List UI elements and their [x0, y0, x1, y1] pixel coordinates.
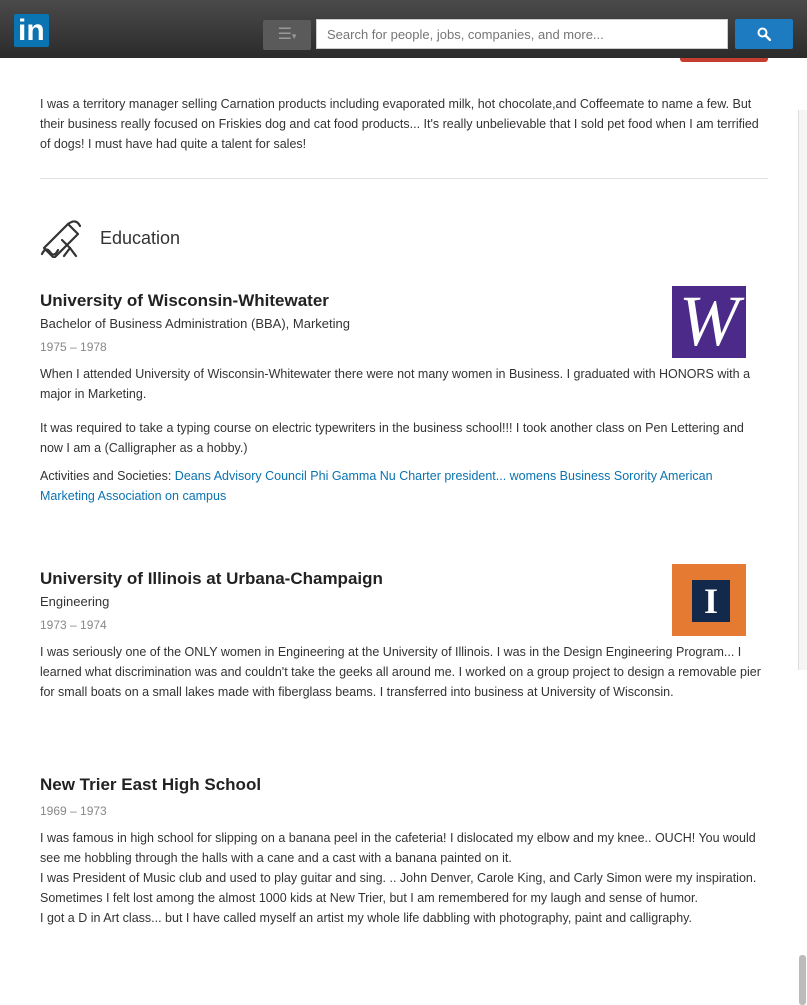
list-icon: ☰ [277, 26, 292, 43]
school-dates: 1973 – 1974 [40, 618, 107, 632]
school-name[interactable]: University of Illinois at Urbana-Champai… [40, 568, 770, 590]
search-icon [757, 27, 772, 42]
education-item-uiuc: University of Illinois at Urbana-Champai… [40, 568, 770, 702]
school-description-line: I got a D in Art class... but I have cal… [40, 911, 692, 925]
search-button[interactable] [735, 19, 793, 49]
search-input[interactable] [316, 19, 728, 49]
school-description: I was seriously one of the ONLY women in… [40, 645, 761, 699]
logo-text: in [14, 14, 49, 47]
chevron-down-icon: ▾ [291, 31, 297, 41]
school-description-2: It was required to take a typing course … [40, 421, 744, 455]
education-heading-text: Education [100, 227, 181, 248]
school-description-line: Sometimes I felt lost among the almost 1… [40, 891, 698, 905]
school-degree: Bachelor of Business Administration (BBA… [40, 316, 350, 331]
diploma-icon [40, 220, 82, 258]
school-degree: Engineering [40, 594, 110, 609]
uiuc-logo-letter: I [703, 581, 718, 621]
experience-description: I was a territory manager selling Carnat… [40, 97, 759, 151]
education-item-new-trier: New Trier East High School 1969 – 1973 I… [40, 774, 770, 928]
uww-logo[interactable]: W [672, 286, 746, 358]
education-heading: Education [40, 218, 180, 258]
school-name[interactable]: New Trier East High School [40, 774, 770, 796]
scrollbar-track[interactable] [798, 110, 807, 670]
school-name[interactable]: University of Wisconsin-Whitewater [40, 290, 770, 312]
section-divider [40, 178, 768, 179]
school-dates: 1975 – 1978 [40, 340, 107, 354]
uiuc-logo[interactable]: I [672, 564, 746, 636]
school-description-line: I was President of Music club and used t… [40, 871, 757, 885]
top-nav-bar: in ☰▾ [0, 0, 807, 58]
uiuc-logo-block: I [690, 578, 732, 624]
uww-logo-letter: W [679, 286, 739, 358]
school-activities: Activities and Societies: Deans Advisory… [40, 466, 770, 506]
school-description: When I attended University of Wisconsin-… [40, 367, 751, 401]
education-item-uww: University of Wisconsin-Whitewater Bache… [40, 290, 770, 506]
scrollbar-thumb[interactable] [799, 955, 806, 1005]
school-dates: 1969 – 1973 [40, 804, 107, 818]
search-category-menu-button[interactable]: ☰▾ [263, 20, 311, 50]
activities-label: Activities and Societies: [40, 469, 175, 483]
linkedin-logo[interactable]: in [14, 14, 68, 48]
experience-section: I was a territory manager selling Carnat… [40, 94, 770, 154]
school-description-line: I was famous in high school for slipping… [40, 831, 756, 865]
